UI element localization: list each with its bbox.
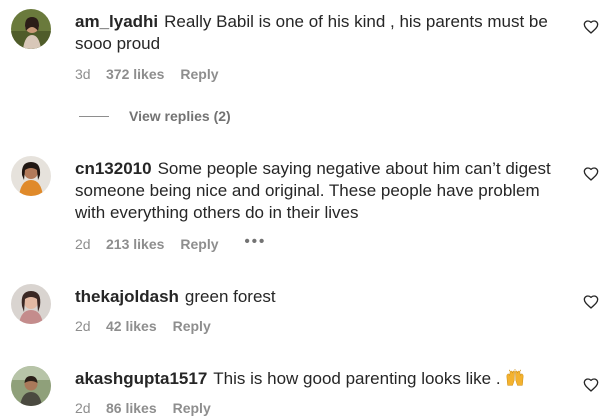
reply-button[interactable]: Reply [180,66,218,82]
avatar[interactable] [11,9,51,49]
comment-meta: 2d 86 likes Reply [75,400,211,416]
comment-time[interactable]: 2d [75,236,106,252]
heart-icon[interactable] [583,377,599,393]
comment-username[interactable]: akashgupta1517 [75,369,207,388]
raising-hands-icon [506,369,523,386]
divider [79,115,109,117]
comment-meta: 2d 42 likes Reply [75,318,211,334]
heart-icon[interactable] [583,294,599,310]
comment-text: This is how good parenting looks like . [213,369,501,388]
heart-icon[interactable] [583,19,599,35]
comment-likes[interactable]: 372 likes [106,66,164,82]
reply-button[interactable]: Reply [173,400,211,416]
heart-icon[interactable] [583,166,599,182]
avatar[interactable] [11,366,51,406]
view-replies-button[interactable]: View replies (2) [79,108,231,124]
comment-username[interactable]: thekajoldash [75,287,179,306]
comment-meta: 2d 213 likes Reply ••• [75,233,267,252]
comment-time[interactable]: 2d [75,318,106,334]
avatar[interactable] [11,156,51,196]
avatar[interactable] [11,284,51,324]
view-replies-label: View replies (2) [129,108,231,124]
comment-text: green forest [184,287,276,306]
more-options-icon[interactable]: ••• [245,233,267,250]
reply-button[interactable]: Reply [180,236,218,252]
reply-button[interactable]: Reply [173,318,211,334]
comment-likes[interactable]: 42 likes [106,318,157,334]
comment-time[interactable]: 3d [75,66,106,82]
comment-likes[interactable]: 86 likes [106,400,157,416]
comment-username[interactable]: cn132010 [75,159,152,178]
comment-username[interactable]: am_lyadhi [75,12,158,31]
comment-likes[interactable]: 213 likes [106,236,164,252]
comment-meta: 3d 372 likes Reply [75,66,219,82]
comment-time[interactable]: 2d [75,400,106,416]
